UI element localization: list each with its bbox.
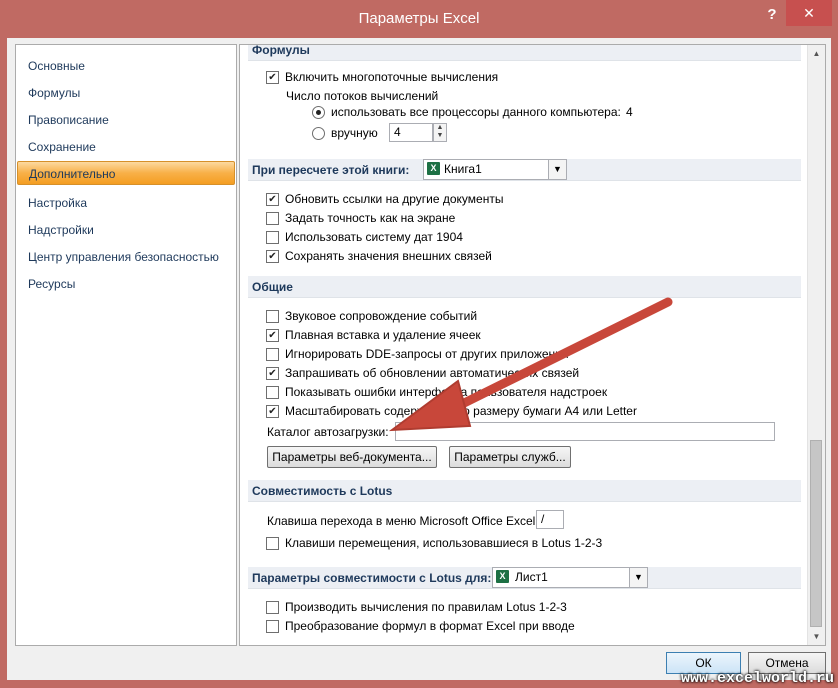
options-sidebar: Основные Формулы Правописание Сохранение… — [15, 44, 237, 646]
lotus-menu-key-label: Клавиша перехода в меню Microsoft Office… — [267, 514, 539, 528]
sidebar-item-general[interactable]: Основные — [17, 54, 235, 78]
workbook-select-value: Книга1 — [444, 162, 482, 176]
checkbox-unchecked-icon[interactable] — [266, 601, 279, 614]
scale-a4-label: Масштабировать содержимое по размеру бум… — [285, 404, 637, 418]
update-links-label: Обновить ссылки на другие документы — [285, 192, 504, 206]
spin-up-icon[interactable]: ▲ — [434, 124, 446, 132]
chevron-down-icon[interactable]: ▼ — [629, 568, 647, 587]
sidebar-item-trust-center[interactable]: Центр управления безопасностью — [17, 245, 235, 269]
checkbox-checked-icon[interactable]: ✔ — [266, 193, 279, 206]
lotus-formula-label: Преобразование формул в формат Excel при… — [285, 619, 575, 633]
sidebar-item-advanced[interactable]: Дополнительно — [17, 161, 235, 185]
checkbox-unchecked-icon[interactable] — [266, 386, 279, 399]
sidebar-item-proofing[interactable]: Правописание — [17, 108, 235, 132]
checkbox-unchecked-icon[interactable] — [266, 212, 279, 225]
sidebar-item-addins[interactable]: Надстройки — [17, 218, 235, 242]
watermark: www.excelworld.ru — [680, 670, 834, 687]
checkbox-unchecked-icon[interactable] — [266, 231, 279, 244]
workbook-select[interactable]: X Книга1 ▼ — [423, 159, 567, 180]
radio-unselected-icon[interactable] — [312, 127, 325, 140]
web-options-button[interactable]: Параметры веб-документа... — [267, 446, 437, 468]
checkbox-unchecked-icon[interactable] — [266, 348, 279, 361]
checkbox-checked-icon[interactable]: ✔ — [266, 250, 279, 263]
title-bar: Параметры Excel ? ✕ — [0, 0, 838, 38]
startup-folder-input[interactable] — [395, 422, 775, 441]
scroll-down-icon[interactable]: ▼ — [808, 628, 825, 645]
checkbox-unchecked-icon[interactable] — [266, 537, 279, 550]
section-lotus-header: Совместимость с Lotus — [248, 480, 801, 502]
excel-workbook-icon: X — [427, 162, 440, 175]
processor-count: 4 — [626, 105, 633, 119]
startup-folder-label: Каталог автозагрузки: — [267, 425, 389, 439]
section-general-header: Общие — [248, 276, 801, 298]
service-options-button[interactable]: Параметры служб... — [449, 446, 571, 468]
sound-feedback-label: Звуковое сопровождение событий — [285, 309, 478, 323]
excel-sheet-icon: X — [496, 570, 509, 583]
lotus-menu-key-input[interactable]: / — [536, 510, 564, 529]
ask-update-links-label: Запрашивать об обновлении автоматических… — [285, 366, 580, 380]
spin-down-icon[interactable]: ▼ — [434, 132, 446, 140]
date-1904-label: Использовать систему дат 1904 — [285, 230, 463, 244]
sidebar-item-resources[interactable]: Ресурсы — [17, 272, 235, 296]
sheet-select[interactable]: X Лист1 ▼ — [492, 567, 648, 588]
addin-errors-label: Показывать ошибки интерфейса пользовател… — [285, 385, 608, 399]
options-content: Формулы ✔ Включить многопоточные вычисле… — [239, 44, 826, 646]
animate-insert-label: Плавная вставка и удаление ячеек — [285, 328, 481, 342]
radio-selected-icon[interactable] — [312, 106, 325, 119]
help-button[interactable]: ? — [762, 6, 782, 26]
manual-threads-input[interactable]: 4 — [389, 123, 433, 142]
window-title: Параметры Excel — [358, 10, 480, 27]
multithread-label: Включить многопоточные вычисления — [285, 70, 499, 84]
sheet-select-value: Лист1 — [515, 570, 548, 584]
close-button[interactable]: ✕ — [786, 0, 832, 26]
checkbox-unchecked-icon[interactable] — [266, 310, 279, 323]
scroll-up-icon[interactable]: ▲ — [808, 45, 825, 62]
checkbox-checked-icon[interactable]: ✔ — [266, 405, 279, 418]
checkbox-unchecked-icon[interactable] — [266, 620, 279, 633]
checkbox-checked-icon[interactable]: ✔ — [266, 71, 279, 84]
sidebar-item-save[interactable]: Сохранение — [17, 135, 235, 159]
sidebar-item-formulas[interactable]: Формулы — [17, 81, 235, 105]
scrollbar-thumb[interactable] — [810, 440, 822, 627]
ignore-dde-label: Игнорировать DDE-запросы от других прило… — [285, 347, 569, 361]
lotus-calc-label: Производить вычисления по правилам Lotus… — [285, 600, 567, 614]
section-formulas-header: Формулы — [248, 45, 801, 61]
save-external-values-label: Сохранять значения внешних связей — [285, 249, 492, 263]
chevron-down-icon[interactable]: ▼ — [548, 160, 566, 179]
sidebar-item-customize[interactable]: Настройка — [17, 191, 235, 215]
vertical-scrollbar[interactable]: ▲ ▼ — [807, 45, 825, 645]
checkbox-checked-icon[interactable]: ✔ — [266, 329, 279, 342]
lotus-nav-keys-label: Клавиши перемещения, использовавшиеся в … — [285, 536, 603, 550]
precision-label: Задать точность как на экране — [285, 211, 456, 225]
checkbox-checked-icon[interactable]: ✔ — [266, 367, 279, 380]
dialog-body: Основные Формулы Правописание Сохранение… — [7, 38, 831, 680]
manual-threads-label: вручную — [331, 126, 378, 140]
use-all-processors-label: использовать все процессоры данного комп… — [331, 105, 621, 119]
threads-spinner[interactable]: ▲ ▼ — [433, 123, 447, 142]
